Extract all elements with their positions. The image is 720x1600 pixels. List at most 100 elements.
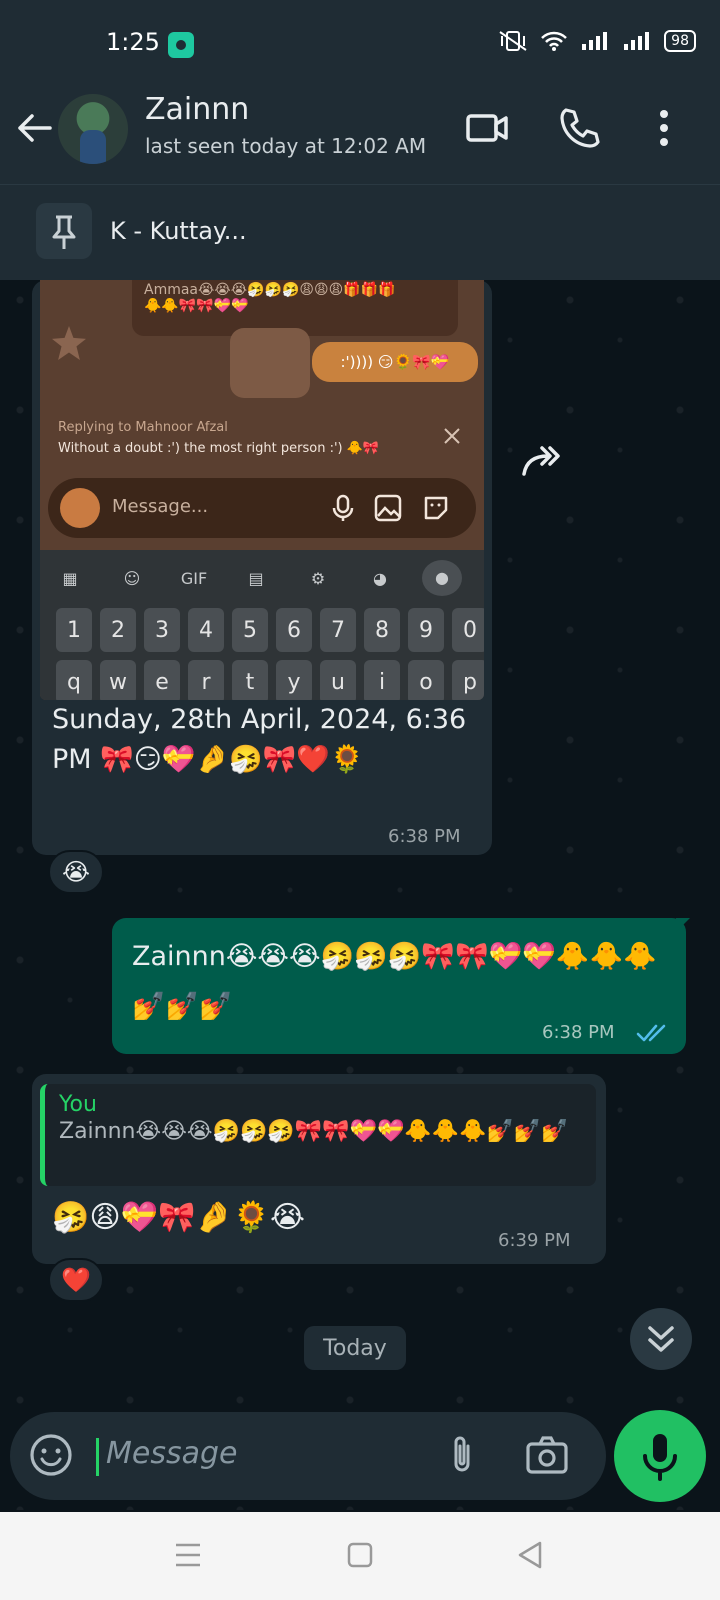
screenshot-key: 6 xyxy=(276,608,312,652)
screenshot-key: 5 xyxy=(232,608,268,652)
screenshot-key: 7 xyxy=(320,608,356,652)
status-bar: 1:25 98 xyxy=(0,0,720,88)
pinned-message-text: K - Kuttay... xyxy=(110,217,247,245)
menu-icon[interactable] xyxy=(174,1540,202,1570)
home-icon[interactable] xyxy=(346,1540,374,1570)
screenshot-reply-body: Without a doubt :') the most right perso… xyxy=(58,441,380,456)
screenshot-key: o xyxy=(408,660,444,700)
screenshot-key: u xyxy=(320,660,356,700)
more-options-icon[interactable] xyxy=(640,104,688,152)
system-navigation-bar xyxy=(0,1512,720,1600)
screenshot-key: 0 xyxy=(452,608,484,652)
status-time: 1:25 xyxy=(106,28,160,56)
screenshot-sticker-icon xyxy=(424,496,448,520)
screenshot-key: i xyxy=(364,660,400,700)
screenshot-key: w xyxy=(100,660,136,700)
screenshot-camera-icon xyxy=(60,488,100,528)
date-separator: Today xyxy=(304,1326,406,1370)
message-reaction[interactable]: 😭 xyxy=(48,850,104,894)
signal-icon-2 xyxy=(624,32,650,50)
chat-area[interactable]: Ammaa😭😭😭🤧🤧🤧😩😩😩🎁🎁🎁 🐥🐥🎀🎀💝💝 :')))) 😏🌻🎀💝 Rep… xyxy=(0,280,720,1510)
message-reaction[interactable]: ❤️ xyxy=(48,1258,104,1302)
pin-icon xyxy=(52,215,76,249)
quoted-text: Zainnn😭😭😭🤧🤧🤧🎀🎀💝💝🐥🐥🐥💅💅💅 xyxy=(59,1119,569,1144)
chevron-double-down-icon xyxy=(648,1326,674,1352)
contact-name[interactable]: Zainnn xyxy=(145,92,249,127)
screenshot-message-line-2: 🐥🐥🎀🎀💝💝 xyxy=(144,298,249,314)
screenshot-reply-preview: Replying to Mahnoor Afzal Without a doub… xyxy=(58,420,478,456)
screenshot-toast-decoration xyxy=(230,328,310,398)
image-caption: Sunday, 28th April, 2024, 6:36 PM 🎀😏💝🤌🤧🎀… xyxy=(52,704,467,775)
image-message[interactable]: Ammaa😭😭😭🤧🤧🤧😩😩😩🎁🎁🎁 🐥🐥🎀🎀💝💝 :')))) 😏🌻🎀💝 Rep… xyxy=(32,280,492,855)
screenshot-key: 2 xyxy=(100,608,136,652)
screenshot-letter-row: qwertyuiop xyxy=(56,660,484,700)
back-icon[interactable] xyxy=(516,1540,544,1570)
screenshot-key: 8 xyxy=(364,608,400,652)
camera-icon[interactable] xyxy=(524,1432,570,1478)
double-check-read-icon xyxy=(636,1024,666,1042)
screenshot-number-row: 1234567890 xyxy=(56,608,484,652)
screenshot-key: q xyxy=(56,660,92,700)
screenshot-clipboard-icon: ▤ xyxy=(248,568,264,588)
screenshot-keyboard: ▦ ☺ GIF ▤ ⚙ ◕ ● 1234567890 qwertyuiop xyxy=(40,550,484,700)
screenshot-key: 3 xyxy=(144,608,180,652)
quoted-message[interactable]: You Zainnn😭😭😭🤧🤧🤧🎀🎀💝💝🐥🐥🐥💅💅💅 xyxy=(40,1084,596,1186)
emoji-icon[interactable] xyxy=(28,1432,74,1478)
mic-icon xyxy=(643,1434,677,1481)
screenshot-key: 1 xyxy=(56,608,92,652)
screenshot-apps-icon: ▦ xyxy=(62,568,78,588)
screenshot-key: y xyxy=(276,660,312,700)
screenshot-voice-icon: ● xyxy=(422,560,462,596)
app-notification-icon xyxy=(168,32,194,58)
screenshot-emoji-sticker-icon: ☺ xyxy=(123,568,141,588)
screenshot-key: t xyxy=(232,660,268,700)
screenshot-key: e xyxy=(144,660,180,700)
scroll-to-bottom-button[interactable] xyxy=(630,1308,692,1370)
screenshot-star-decoration xyxy=(52,326,86,360)
wifi-icon xyxy=(541,31,568,51)
screenshot-gallery-icon xyxy=(374,494,402,522)
message-input-bar: Message xyxy=(10,1412,606,1500)
screenshot-key: p xyxy=(452,660,484,700)
screenshot-gif-label: GIF xyxy=(180,568,208,588)
screenshot-key: 9 xyxy=(408,608,444,652)
outgoing-message[interactable]: Zainnn😭😭😭🤧🤧🤧🎀🎀💝💝🐥🐥🐥💅💅💅 6:38 PM xyxy=(112,918,686,1054)
signal-icon xyxy=(582,32,608,50)
message-input[interactable]: Message xyxy=(106,1436,237,1471)
screenshot-message-line-1: Ammaa😭😭😭🤧🤧🤧😩😩😩🎁🎁🎁 xyxy=(144,282,396,298)
phone-icon[interactable] xyxy=(556,104,604,152)
forward-icon[interactable] xyxy=(520,440,566,480)
screenshot-settings-icon: ⚙ xyxy=(310,568,326,588)
screenshot-keyboard-toolbar: ▦ ☺ GIF ▤ ⚙ ◕ ● xyxy=(50,560,462,596)
screenshot-key: 4 xyxy=(188,608,224,652)
voice-message-button[interactable] xyxy=(614,1410,706,1502)
vibrate-icon xyxy=(499,31,527,51)
attach-icon[interactable] xyxy=(442,1432,482,1478)
screenshot-mic-icon xyxy=(332,494,354,521)
message-time: 6:38 PM xyxy=(542,1022,615,1043)
bubble-tail xyxy=(676,918,690,932)
last-seen: last seen today at 12:02 AM xyxy=(145,134,427,158)
message-time: 6:38 PM xyxy=(388,826,461,847)
status-icons: 98 xyxy=(498,30,696,52)
quoted-author: You xyxy=(59,1092,97,1117)
message-time: 6:39 PM xyxy=(498,1230,571,1251)
screenshot-sent-bubble: :')))) 😏🌻🎀💝 xyxy=(312,342,478,382)
screenshot-input-placeholder: Message... xyxy=(112,496,209,517)
text-caret xyxy=(96,1438,99,1476)
screenshot-close-icon xyxy=(444,428,460,444)
outgoing-message-text: Zainnn😭😭😭🤧🤧🤧🎀🎀💝💝🐥🐥🐥💅💅💅 xyxy=(132,941,657,1022)
video-call-icon[interactable] xyxy=(464,104,512,152)
back-arrow-icon[interactable] xyxy=(14,108,54,148)
battery-indicator: 98 xyxy=(664,30,696,52)
pin-icon-box xyxy=(36,203,92,259)
screenshot-key: r xyxy=(188,660,224,700)
screenshot-image[interactable]: Ammaa😭😭😭🤧🤧🤧😩😩😩🎁🎁🎁 🐥🐥🎀🎀💝💝 :')))) 😏🌻🎀💝 Rep… xyxy=(40,280,484,700)
screenshot-palette-icon: ◕ xyxy=(373,568,387,588)
screenshot-reply-title: Replying to Mahnoor Afzal xyxy=(58,420,228,435)
reply-message[interactable]: You Zainnn😭😭😭🤧🤧🤧🎀🎀💝💝🐥🐥🐥💅💅💅 🤧😩💝🎀🤌🌻😭 6:39 … xyxy=(32,1074,606,1264)
reply-message-text: 🤧😩💝🎀🤌🌻😭 xyxy=(52,1200,306,1235)
pinned-message-bar[interactable]: K - Kuttay... xyxy=(0,184,720,280)
avatar[interactable] xyxy=(58,94,128,164)
chat-header: Zainnn last seen today at 12:02 AM xyxy=(0,88,720,184)
